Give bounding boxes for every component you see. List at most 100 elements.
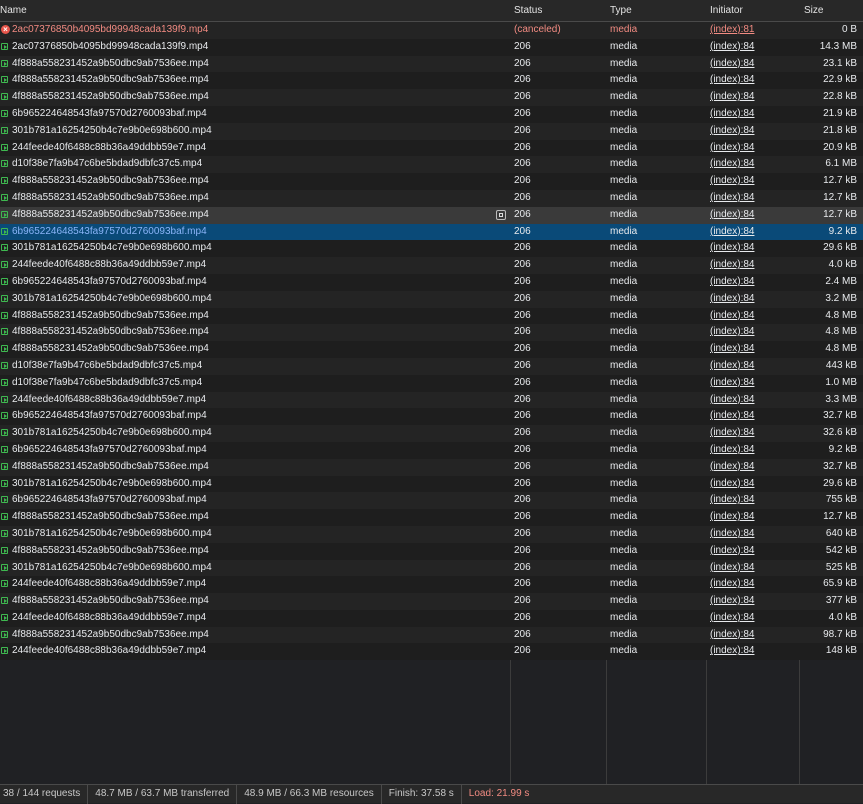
initiator-link[interactable]: (index):84 xyxy=(710,562,754,573)
table-row[interactable]: 244feede40f6488c88b36a49ddbb59e7.mp4 206 m… xyxy=(0,609,863,627)
initiator-link[interactable]: (index):84 xyxy=(710,91,754,102)
table-row[interactable]: 2ac07376850b4095bd99948cada139f9.mp4 206 m… xyxy=(0,38,863,56)
table-row[interactable]: × 2ac07376850b4095bd99948cada139f9.mp4 (ca… xyxy=(0,22,863,39)
table-row[interactable]: 4f888a558231452a9b50dbc9ab7536ee.mp4 206 m… xyxy=(0,307,863,325)
table-row[interactable]: 301b781a16254250b4c7e9b0e698b600.mp4 206 m… xyxy=(0,425,863,442)
initiator-link[interactable]: (index):84 xyxy=(710,528,754,539)
initiator-link[interactable]: (index):84 xyxy=(710,478,754,489)
table-row[interactable]: 4f888a558231452a9b50dbc9ab7536ee.mp4 206 m… xyxy=(0,626,863,644)
table-row[interactable]: 244feede40f6488c88b36a49ddbb59e7.mp4 206 m… xyxy=(0,391,863,409)
initiator-link[interactable]: (index):84 xyxy=(710,461,754,472)
initiator-link[interactable]: (index):84 xyxy=(710,612,754,623)
media-file-icon xyxy=(1,580,8,588)
initiator-link[interactable]: (index):81 xyxy=(710,24,754,35)
table-row[interactable]: 6b965224648543fa97570d2760093baf.mp4 206 m… xyxy=(0,441,863,459)
initiator-link[interactable]: (index):84 xyxy=(710,242,754,253)
table-row[interactable]: 244feede40f6488c88b36a49ddbb59e7.mp4 206 m… xyxy=(0,576,863,594)
initiator-link[interactable]: (index):84 xyxy=(710,58,754,69)
request-name: d10f38e7fa9b47c6be5bdad9dbfc37c5.mp4 xyxy=(12,158,203,170)
table-row[interactable]: d10f38e7fa9b47c6be5bdad9dbfc37c5.mp4 206 m… xyxy=(0,156,863,174)
table-row[interactable]: 4f888a558231452a9b50dbc9ab7536ee.mp4 206 m… xyxy=(0,593,863,610)
initiator-link[interactable]: (index):84 xyxy=(710,142,754,153)
column-header-size[interactable]: Size xyxy=(804,0,823,21)
table-row[interactable]: d10f38e7fa9b47c6be5bdad9dbfc37c5.mp4 206 m… xyxy=(0,357,863,375)
table-row[interactable]: d10f38e7fa9b47c6be5bdad9dbfc37c5.mp4 206 m… xyxy=(0,374,863,392)
size-cell: 4.8 MB xyxy=(825,343,857,355)
request-name: 301b781a16254250b4c7e9b0e698b600.mp4 xyxy=(12,561,212,573)
table-row[interactable]: 301b781a16254250b4c7e9b0e698b600.mp4 206 m… xyxy=(0,290,863,308)
initiator-link[interactable]: (index):84 xyxy=(710,645,754,656)
initiator-cell: (index):84 xyxy=(710,324,798,341)
initiator-link[interactable]: (index):84 xyxy=(710,595,754,606)
initiator-link[interactable]: (index):84 xyxy=(710,192,754,203)
initiator-link[interactable]: (index):84 xyxy=(710,545,754,556)
table-header: Name Status Type Initiator Size xyxy=(0,0,863,22)
initiator-link[interactable]: (index):84 xyxy=(710,494,754,505)
media-file-icon xyxy=(1,345,8,353)
table-row[interactable]: 6b965224648543fa97570d2760093baf.mp4 206 m… xyxy=(0,223,863,241)
initiator-link[interactable]: (index):84 xyxy=(710,259,754,270)
table-row[interactable]: 6b965224648543fa97570d2760093baf.mp4 206 m… xyxy=(0,408,863,426)
media-file-icon xyxy=(1,479,8,487)
copy-icon[interactable] xyxy=(496,209,506,220)
table-row[interactable]: 301b781a16254250b4c7e9b0e698b600.mp4 206 m… xyxy=(0,240,863,258)
initiator-link[interactable]: (index):84 xyxy=(710,310,754,321)
initiator-link[interactable]: (index):84 xyxy=(710,394,754,405)
type-cell: media xyxy=(610,359,638,371)
table-row[interactable]: 301b781a16254250b4c7e9b0e698b600.mp4 206 m… xyxy=(0,475,863,493)
initiator-link[interactable]: (index):84 xyxy=(710,377,754,388)
table-row[interactable]: 4f888a558231452a9b50dbc9ab7536ee.mp4 206 m… xyxy=(0,55,863,73)
table-row[interactable]: 4f888a558231452a9b50dbc9ab7536ee.mp4 206 m… xyxy=(0,89,863,106)
initiator-link[interactable]: (index):84 xyxy=(710,326,754,337)
initiator-link[interactable]: (index):84 xyxy=(710,209,754,220)
initiator-link[interactable]: (index):84 xyxy=(710,343,754,354)
initiator-link[interactable]: (index):84 xyxy=(710,629,754,640)
size-cell: 12.7 kB xyxy=(823,191,857,203)
table-row[interactable]: 301b781a16254250b4c7e9b0e698b600.mp4 206 m… xyxy=(0,525,863,543)
initiator-link[interactable]: (index):84 xyxy=(710,360,754,371)
table-row[interactable]: 4f888a558231452a9b50dbc9ab7536ee.mp4 206 m… xyxy=(0,458,863,476)
table-row[interactable]: 4f888a558231452a9b50dbc9ab7536ee.mp4 206 m… xyxy=(0,173,863,190)
table-row[interactable]: 4f888a558231452a9b50dbc9ab7536ee.mp4 206 m… xyxy=(0,206,863,224)
column-header-name[interactable]: Name xyxy=(0,0,27,21)
initiator-link[interactable]: (index):84 xyxy=(710,293,754,304)
type-cell: media xyxy=(610,259,638,271)
initiator-link[interactable]: (index):84 xyxy=(710,427,754,438)
initiator-cell: (index):84 xyxy=(710,39,798,56)
table-row[interactable]: 4f888a558231452a9b50dbc9ab7536ee.mp4 206 m… xyxy=(0,542,863,560)
column-header-initiator[interactable]: Initiator xyxy=(710,0,743,21)
initiator-link[interactable]: (index):84 xyxy=(710,158,754,169)
initiator-link[interactable]: (index):84 xyxy=(710,410,754,421)
request-name-cell: 301b781a16254250b4c7e9b0e698b600.mp4 xyxy=(0,526,508,543)
initiator-cell: (index):84 xyxy=(710,207,798,224)
initiator-link[interactable]: (index):84 xyxy=(710,74,754,85)
initiator-link[interactable]: (index):84 xyxy=(710,511,754,522)
initiator-link[interactable]: (index):84 xyxy=(710,175,754,186)
table-row[interactable]: 4f888a558231452a9b50dbc9ab7536ee.mp4 206 m… xyxy=(0,341,863,358)
table-row[interactable]: 4f888a558231452a9b50dbc9ab7536ee.mp4 206 m… xyxy=(0,72,863,90)
initiator-link[interactable]: (index):84 xyxy=(710,578,754,589)
initiator-link[interactable]: (index):84 xyxy=(710,444,754,455)
table-row[interactable]: 4f888a558231452a9b50dbc9ab7536ee.mp4 206 m… xyxy=(0,189,863,207)
column-header-status[interactable]: Status xyxy=(514,0,542,21)
initiator-link[interactable]: (index):84 xyxy=(710,226,754,237)
request-name: 2ac07376850b4095bd99948cada139f9.mp4 xyxy=(12,24,209,35)
table-row[interactable]: 6b965224648543fa97570d2760093baf.mp4 206 m… xyxy=(0,492,863,510)
table-row[interactable]: 301b781a16254250b4c7e9b0e698b600.mp4 206 m… xyxy=(0,559,863,577)
table-row[interactable]: 244feede40f6488c88b36a49ddbb59e7.mp4 206 m… xyxy=(0,643,863,661)
status-cell: 206 xyxy=(514,107,531,119)
initiator-link[interactable]: (index):84 xyxy=(710,108,754,119)
table-row[interactable]: 4f888a558231452a9b50dbc9ab7536ee.mp4 206 m… xyxy=(0,509,863,526)
table-row[interactable]: 244feede40f6488c88b36a49ddbb59e7.mp4 206 m… xyxy=(0,257,863,274)
column-header-type[interactable]: Type xyxy=(610,0,632,21)
table-row[interactable]: 4f888a558231452a9b50dbc9ab7536ee.mp4 206 m… xyxy=(0,324,863,342)
table-row[interactable]: 6b965224648543fa97570d2760093baf.mp4 206 m… xyxy=(0,273,863,291)
table-row[interactable]: 301b781a16254250b4c7e9b0e698b600.mp4 206 m… xyxy=(0,122,863,140)
table-row[interactable]: 244feede40f6488c88b36a49ddbb59e7.mp4 206 m… xyxy=(0,139,863,157)
request-name-cell: 4f888a558231452a9b50dbc9ab7536ee.mp4 xyxy=(0,543,508,560)
table-row[interactable]: 6b965224648543fa97570d2760093baf.mp4 206 m… xyxy=(0,105,863,123)
initiator-link[interactable]: (index):84 xyxy=(710,125,754,136)
type-cell: media xyxy=(610,191,638,203)
initiator-link[interactable]: (index):84 xyxy=(710,41,754,52)
initiator-link[interactable]: (index):84 xyxy=(710,276,754,287)
